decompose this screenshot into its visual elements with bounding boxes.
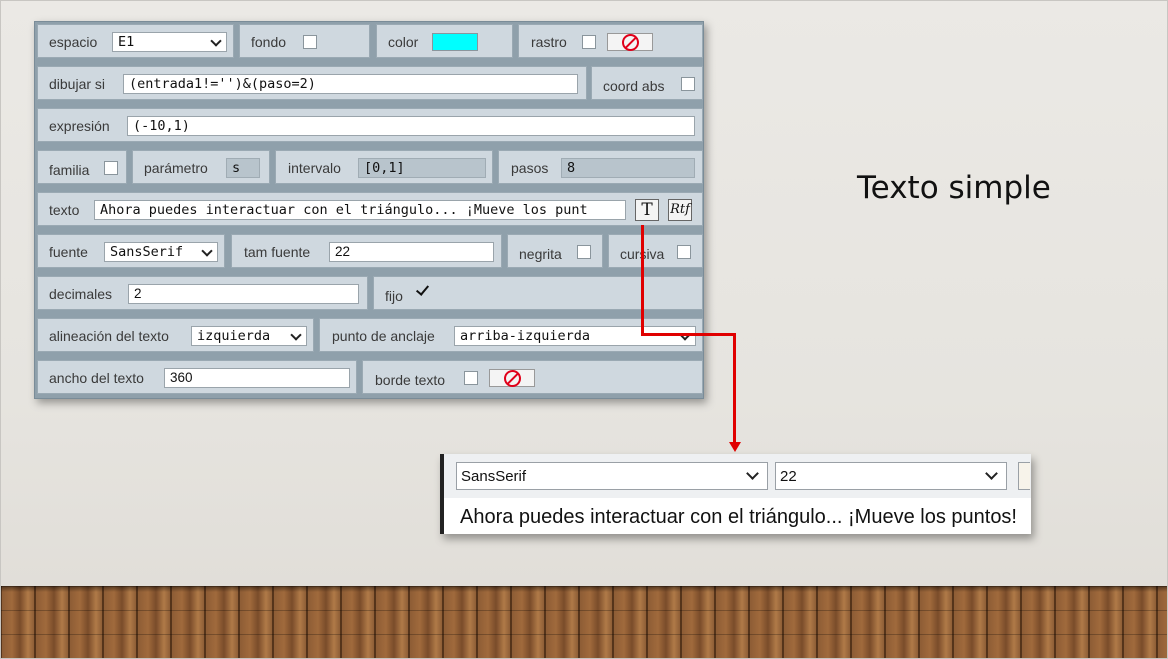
pasos-input[interactable]: 8 <box>561 158 695 178</box>
alineacion-select[interactable]: izquierda <box>191 326 307 346</box>
fuente-select[interactable]: SansSerif <box>104 242 218 262</box>
arrow-segment-vertical-2 <box>733 333 736 443</box>
pasos-label: pasos <box>511 160 549 176</box>
decimales-label: decimales <box>49 286 113 302</box>
fondo-checkbox[interactable] <box>303 35 317 49</box>
espacio-select[interactable]: E1 <box>112 32 227 52</box>
decimales-input[interactable]: 2 <box>128 284 359 304</box>
no-color-icon <box>622 34 639 51</box>
zoom-font-select[interactable]: SansSerif <box>456 462 768 490</box>
expresion-label: expresión <box>49 118 110 134</box>
color-label: color <box>388 34 419 50</box>
cell-espacio: espacio E1 <box>37 24 234 58</box>
parametro-label: parámetro <box>144 160 208 176</box>
cell-fuente: fuente SansSerif <box>37 234 225 268</box>
rastro-color-button[interactable] <box>607 33 653 51</box>
ancho-texto-input[interactable]: 360 <box>164 368 350 388</box>
cell-borde-texto: borde texto <box>362 360 703 394</box>
alineacion-label: alineación del texto <box>49 328 169 344</box>
cell-familia: familia <box>37 150 127 184</box>
borde-texto-checkbox[interactable] <box>464 371 478 385</box>
texto-input[interactable]: Ahora puedes interactuar con el triángul… <box>94 200 626 220</box>
dibujar-si-input[interactable]: (entrada1!='')&(paso=2) <box>123 74 578 94</box>
cell-texto: texto Ahora puedes interactuar con el tr… <box>37 192 703 226</box>
zoom-next-control-stub <box>1018 462 1030 490</box>
rastro-checkbox[interactable] <box>582 35 596 49</box>
fijo-label: fijo <box>385 288 403 304</box>
arrow-down-icon <box>729 442 741 452</box>
cell-intervalo: intervalo [0,1] <box>275 150 493 184</box>
row-texto: texto Ahora puedes interactuar con el tr… <box>37 192 703 228</box>
parametro-input[interactable]: s <box>226 158 260 178</box>
arrow-segment-vertical-1 <box>641 225 644 336</box>
arrow-segment-horizontal <box>641 333 735 336</box>
row-dibujar-si: dibujar si (entrada1!='')&(paso=2) coord… <box>37 66 703 102</box>
negrita-label: negrita <box>519 246 562 262</box>
familia-checkbox[interactable] <box>104 161 118 175</box>
borde-texto-color-button[interactable] <box>489 369 535 387</box>
cell-dibujar-si: dibujar si (entrada1!='')&(paso=2) <box>37 66 587 100</box>
ancho-texto-label: ancho del texto <box>49 370 144 386</box>
row-decimales: decimales 2 fijo <box>37 276 703 312</box>
cell-color: color <box>376 24 513 58</box>
zoom-preview-panel: SansSerif 22 Ahora puedes interactuar co… <box>440 454 1031 534</box>
zoom-text-preview: Ahora puedes interactuar con el triángul… <box>460 506 1017 528</box>
cell-fondo: fondo <box>239 24 370 58</box>
fuente-label: fuente <box>49 244 88 260</box>
row-familia: familia parámetro s intervalo [0,1] paso… <box>37 150 703 186</box>
texto-label: texto <box>49 202 80 218</box>
punto-anclaje-label: punto de anclaje <box>332 328 435 344</box>
negrita-checkbox[interactable] <box>577 245 591 259</box>
wood-floor-background <box>0 586 1168 659</box>
row-fuente: fuente SansSerif tam fuente 22 negrita c… <box>37 234 703 270</box>
coord-abs-label: coord abs <box>603 78 665 94</box>
slide-title: Texto simple <box>857 170 1051 206</box>
cell-pasos: pasos 8 <box>498 150 703 184</box>
row-expresion: expresión (-10,1) <box>37 108 703 144</box>
text-editor-icon: T <box>641 200 653 220</box>
borde-texto-label: borde texto <box>375 372 446 388</box>
control-editor-panel: espacio E1 fondo color rastro dibujar si… <box>34 21 704 399</box>
cell-expresion: expresión (-10,1) <box>37 108 703 142</box>
cell-rastro: rastro <box>518 24 703 58</box>
text-editor-button[interactable]: T <box>635 199 659 221</box>
intervalo-label: intervalo <box>288 160 341 176</box>
row-espacio: espacio E1 fondo color rastro <box>37 24 703 60</box>
cell-coord-abs: coord abs <box>591 66 703 100</box>
rtf-editor-icon: Rtf <box>670 202 690 217</box>
cell-fijo: fijo <box>373 276 703 310</box>
row-ancho-texto: ancho del texto 360 borde texto <box>37 360 703 396</box>
rastro-label: rastro <box>531 34 567 50</box>
cell-decimales: decimales 2 <box>37 276 368 310</box>
cell-parametro: parámetro s <box>132 150 270 184</box>
no-color-icon <box>504 370 521 387</box>
tam-fuente-label: tam fuente <box>244 244 311 260</box>
cell-alineacion: alineación del texto izquierda <box>37 318 314 352</box>
espacio-label: espacio <box>49 34 98 50</box>
dibujar-si-label: dibujar si <box>49 76 106 92</box>
row-alineacion: alineación del texto izquierda punto de … <box>37 318 703 354</box>
fondo-label: fondo <box>251 34 287 50</box>
punto-anclaje-select[interactable]: arriba-izquierda <box>454 326 696 346</box>
color-swatch-button[interactable] <box>432 33 478 51</box>
intervalo-input[interactable]: [0,1] <box>358 158 486 178</box>
cell-tam-fuente: tam fuente 22 <box>231 234 502 268</box>
cursiva-checkbox[interactable] <box>677 245 691 259</box>
rtf-editor-button[interactable]: Rtf <box>668 199 692 221</box>
fijo-checkbox[interactable] <box>416 285 430 299</box>
familia-label: familia <box>49 162 90 178</box>
zoom-size-select[interactable]: 22 <box>775 462 1007 490</box>
coord-abs-checkbox[interactable] <box>681 77 695 91</box>
cell-cursiva: cursiva <box>608 234 703 268</box>
expresion-input[interactable]: (-10,1) <box>127 116 695 136</box>
cell-negrita: negrita <box>507 234 603 268</box>
cell-ancho-texto: ancho del texto 360 <box>37 360 357 394</box>
tam-fuente-input[interactable]: 22 <box>329 242 494 262</box>
